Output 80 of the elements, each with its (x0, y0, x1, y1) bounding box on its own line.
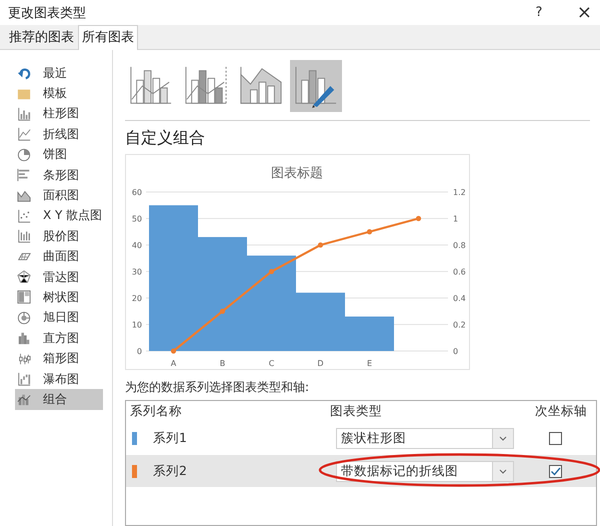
bar-chart-icon (17, 168, 31, 182)
sidebar-item[interactable]: 箱形图 (15, 348, 103, 369)
axis-tick-label: 60 (132, 188, 142, 197)
series-row[interactable]: 系列2 带数据标记的折线图 (126, 455, 596, 487)
tab[interactable]: 所有图表 (78, 25, 138, 50)
box-plot-icon (17, 352, 31, 366)
axis-tick-label: 0 (136, 347, 142, 356)
axis-tick-label: 0.6 (453, 268, 466, 276)
sidebar-item[interactable]: 条形图 (15, 164, 103, 186)
sidebar-item[interactable]: 树状图 (15, 287, 103, 308)
axis-tick-label: 10 (132, 320, 142, 330)
radar-chart-icon (17, 270, 31, 284)
folder-icon (17, 86, 31, 101)
sidebar-item[interactable]: X Y 散点图 (15, 206, 103, 226)
histogram-chart-icon (17, 331, 31, 346)
scatter-chart-icon (17, 208, 31, 223)
sidebar-item[interactable]: 雷达图 (15, 266, 103, 288)
sidebar-item[interactable]: 旭日图 (15, 308, 103, 328)
data-point-marker (170, 348, 176, 354)
help-button[interactable]: ? (530, 5, 547, 20)
caret-icon (492, 428, 513, 448)
data-point-marker (366, 229, 372, 234)
sidebar-item[interactable]: 模板 (15, 83, 103, 104)
chart-type-dropdown[interactable]: 带数据标记的折线图 (336, 460, 514, 482)
column-header: 系列名称 (129, 402, 183, 420)
sidebar-item[interactable]: 股价图 (15, 226, 103, 247)
sidebar-item[interactable]: 组合 (15, 389, 103, 410)
sidebar-item[interactable]: 瀑布图 (15, 368, 103, 390)
axis-tick-label: 0.2 (453, 320, 466, 330)
waterfall-chart-icon (17, 372, 31, 386)
sidebar-item[interactable]: 直方图 (15, 328, 103, 348)
close-button[interactable]: × (576, 4, 592, 22)
stock-chart-icon (17, 229, 31, 244)
data-point-marker (268, 268, 274, 274)
axis-tick-label: 1.2 (453, 188, 466, 197)
axis-tick-label: 0.8 (453, 241, 466, 250)
series-name: 系列2 (153, 462, 187, 480)
axis-tick-label: 0.4 (453, 294, 466, 303)
combo-chart-icon (17, 392, 31, 406)
sidebar-item[interactable]: 最近 (15, 63, 103, 84)
chart-subtype-button[interactable] (290, 60, 342, 112)
axis-tick-label: D (317, 359, 324, 368)
sunburst-chart-icon (17, 310, 31, 325)
sidebar-item[interactable]: 折线图 (15, 124, 103, 145)
caret-icon (492, 462, 513, 480)
checkbox[interactable] (549, 432, 562, 444)
section-heading: 自定义组合 (125, 128, 206, 149)
axis-tick-label: 50 (132, 214, 142, 224)
instruction-text: 为您的数据系列选择图表类型和轴: (125, 379, 310, 396)
sidebar-item[interactable]: 曲面图 (15, 246, 103, 267)
axis-tick-label: 1 (453, 214, 458, 224)
treemap-chart-icon (17, 290, 31, 304)
column-chart-icon (17, 106, 31, 121)
data-point-marker (220, 308, 226, 314)
window-title: 更改图表类型 (8, 4, 87, 22)
column-header: 图表类型 (329, 402, 383, 420)
data-point-marker (318, 242, 324, 248)
sidebar-item[interactable]: 饼图 (15, 144, 103, 165)
line-chart-icon (17, 127, 31, 142)
axis-tick-label: 20 (132, 294, 142, 303)
sidebar-item[interactable]: 面积图 (15, 185, 103, 206)
series-name: 系列1 (153, 430, 187, 446)
pie-chart-icon (17, 148, 31, 162)
checkbox[interactable] (549, 464, 562, 478)
axis-tick-label: A (170, 359, 176, 368)
undo-arrow-icon (17, 66, 31, 80)
axis-tick-label: C (268, 359, 274, 368)
chart-type-dropdown[interactable]: 簇状柱形图 (336, 428, 514, 448)
axis-tick-label: E (366, 359, 372, 368)
axis-tick-label: 40 (132, 241, 142, 250)
data-point-marker (416, 216, 422, 222)
area-chart-icon (17, 188, 31, 203)
sidebar-item[interactable]: 柱形图 (15, 104, 103, 124)
series-row[interactable]: 系列1 簇状柱形图 (126, 424, 596, 452)
tab[interactable]: 推荐的图表 (5, 25, 78, 49)
column-header: 次坐标轴 (534, 402, 588, 420)
axis-tick-label: 30 (132, 268, 142, 276)
chart-title: 图表标题 (271, 166, 323, 181)
axis-tick-label: B (220, 359, 226, 368)
axis-tick-label: 0 (453, 347, 458, 356)
